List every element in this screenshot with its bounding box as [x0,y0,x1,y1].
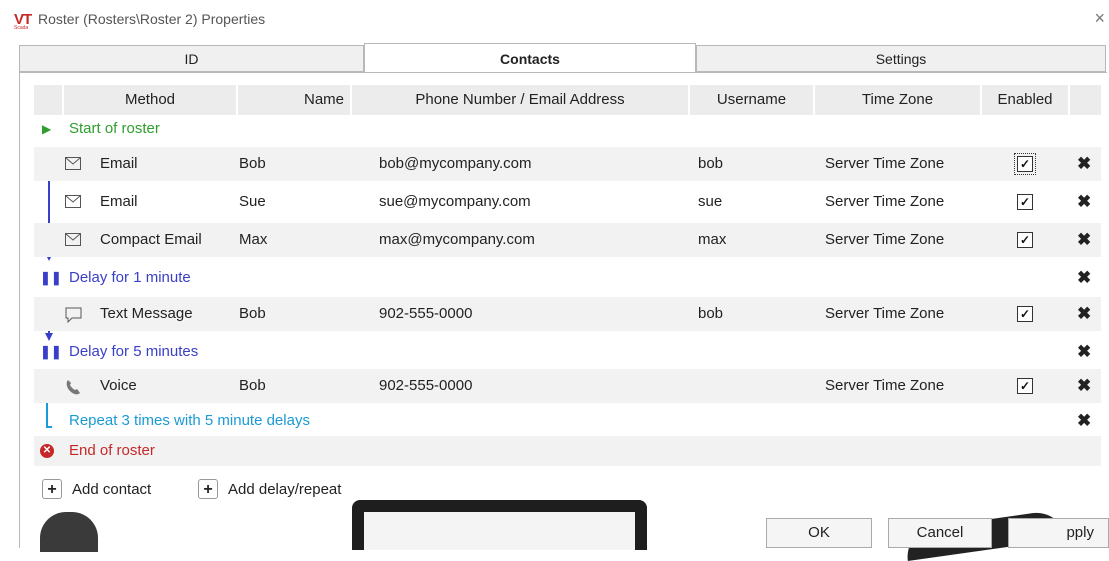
contact-row[interactable]: Compact Email Max max@mycompany.com max … [34,223,1101,257]
repeat-row[interactable]: Repeat 3 times with 5 minute delays ✖ [34,406,1101,436]
contact-username: bob [698,155,724,172]
plus-icon: + [198,479,218,499]
delete-icon[interactable]: ✖ [1077,297,1091,331]
enabled-checkbox[interactable]: ✓ [1017,306,1033,322]
delay-label: Delay for 5 minutes [69,343,199,360]
start-of-roster-row[interactable]: ▶ Start of roster [34,114,1101,144]
contact-method: Email [100,193,138,210]
cancel-button[interactable]: Cancel [888,518,992,548]
contact-method: Voice [100,377,137,394]
contact-row[interactable]: Email Bob bob@mycompany.com bob Server T… [34,147,1101,181]
contact-method: Email [100,155,138,172]
stop-icon: ✕ [40,444,54,458]
column-header-name[interactable]: Name [238,85,350,115]
contact-address: sue@mycompany.com [379,193,531,210]
envelope-icon [65,195,81,208]
end-of-roster-label: End of roster [69,442,155,459]
contact-address: 902-555-0000 [379,377,473,394]
contact-row[interactable]: Email Sue sue@mycompany.com sue Server T… [34,185,1101,219]
contact-name: Max [239,231,268,248]
delete-icon[interactable]: ✖ [1077,337,1091,367]
contact-timezone: Server Time Zone [825,193,945,210]
delete-icon[interactable]: ✖ [1077,223,1091,257]
contact-address: 902-555-0000 [379,305,473,322]
start-of-roster-label: Start of roster [69,120,160,137]
contact-username: sue [698,193,723,210]
repeat-label: Repeat 3 times with 5 minute delays [69,412,310,429]
pause-icon: ❚❚ [40,270,62,285]
end-of-roster-row[interactable]: ✕ End of roster [34,436,1101,466]
enabled-checkbox[interactable]: ✓ [1017,232,1033,248]
delete-icon[interactable]: ✖ [1077,263,1091,293]
enabled-checkbox[interactable]: ✓ [1017,194,1033,210]
tab-id[interactable]: ID [19,45,364,72]
contact-timezone: Server Time Zone [825,155,945,172]
contact-timezone: Server Time Zone [825,377,945,394]
contact-name: Sue [239,193,266,210]
delete-icon[interactable]: ✖ [1077,369,1091,403]
header-spacer [34,85,62,115]
contact-address: max@mycompany.com [379,231,535,248]
contact-username: bob [698,305,724,322]
tab-bar: ID Contacts Settings [19,43,1106,73]
contact-method: Text Message [100,305,193,322]
contact-name: Bob [239,377,266,394]
apply-button[interactable]: pply [1008,518,1109,548]
pause-icon: ❚❚ [40,344,62,359]
delete-icon[interactable]: ✖ [1077,406,1091,436]
background-mouse-image [40,512,98,552]
window-title: Roster (Rosters\Roster 2) Properties [38,11,266,27]
ok-button[interactable]: OK [766,518,872,548]
delete-icon[interactable]: ✖ [1077,147,1091,181]
phone-icon [66,380,80,395]
app-logo: VT Scada [14,11,32,31]
contact-username: max [698,231,727,248]
tab-contacts[interactable]: Contacts [364,43,696,73]
contact-row[interactable]: Voice Bob 902-555-0000 Server Time Zone … [34,369,1101,403]
envelope-icon [65,157,81,170]
add-delay-button[interactable]: + Add delay/repeat [198,476,341,502]
play-icon: ▶ [42,122,52,136]
add-delay-label: Add delay/repeat [228,480,342,498]
add-contact-button[interactable]: + Add contact [42,476,151,502]
background-monitor-image [352,500,647,550]
header-spacer-end [1070,85,1101,115]
contact-address: bob@mycompany.com [379,155,532,172]
tab-settings[interactable]: Settings [696,45,1106,72]
contact-method: Compact Email [100,231,202,248]
contact-name: Bob [239,305,266,322]
plus-icon: + [42,479,62,499]
envelope-icon [65,233,81,246]
column-header-timezone[interactable]: Time Zone [815,85,980,115]
column-header-username[interactable]: Username [690,85,813,115]
contact-row[interactable]: Text Message Bob 902-555-0000 bob Server… [34,297,1101,331]
delay-row[interactable]: ❚❚ Delay for 5 minutes ✖ [34,337,1101,367]
delete-icon[interactable]: ✖ [1077,185,1091,219]
enabled-checkbox[interactable]: ✓ [1017,378,1033,394]
column-header-method[interactable]: Method [64,85,236,115]
column-header-enabled[interactable]: Enabled [982,85,1068,115]
contact-name: Bob [239,155,266,172]
contact-timezone: Server Time Zone [825,231,945,248]
add-contact-label: Add contact [72,480,152,498]
delay-label: Delay for 1 minute [69,269,191,286]
contact-timezone: Server Time Zone [825,305,945,322]
delay-row[interactable]: ❚❚ Delay for 1 minute ✖ [34,263,1101,293]
title-bar: VT Scada Roster (Rosters\Roster 2) Proper… [0,0,1109,38]
enabled-checkbox[interactable]: ✓ [1014,153,1036,175]
column-header-address[interactable]: Phone Number / Email Address [352,85,688,115]
close-icon[interactable]: × [1094,8,1105,29]
speech-bubble-icon [65,307,82,323]
